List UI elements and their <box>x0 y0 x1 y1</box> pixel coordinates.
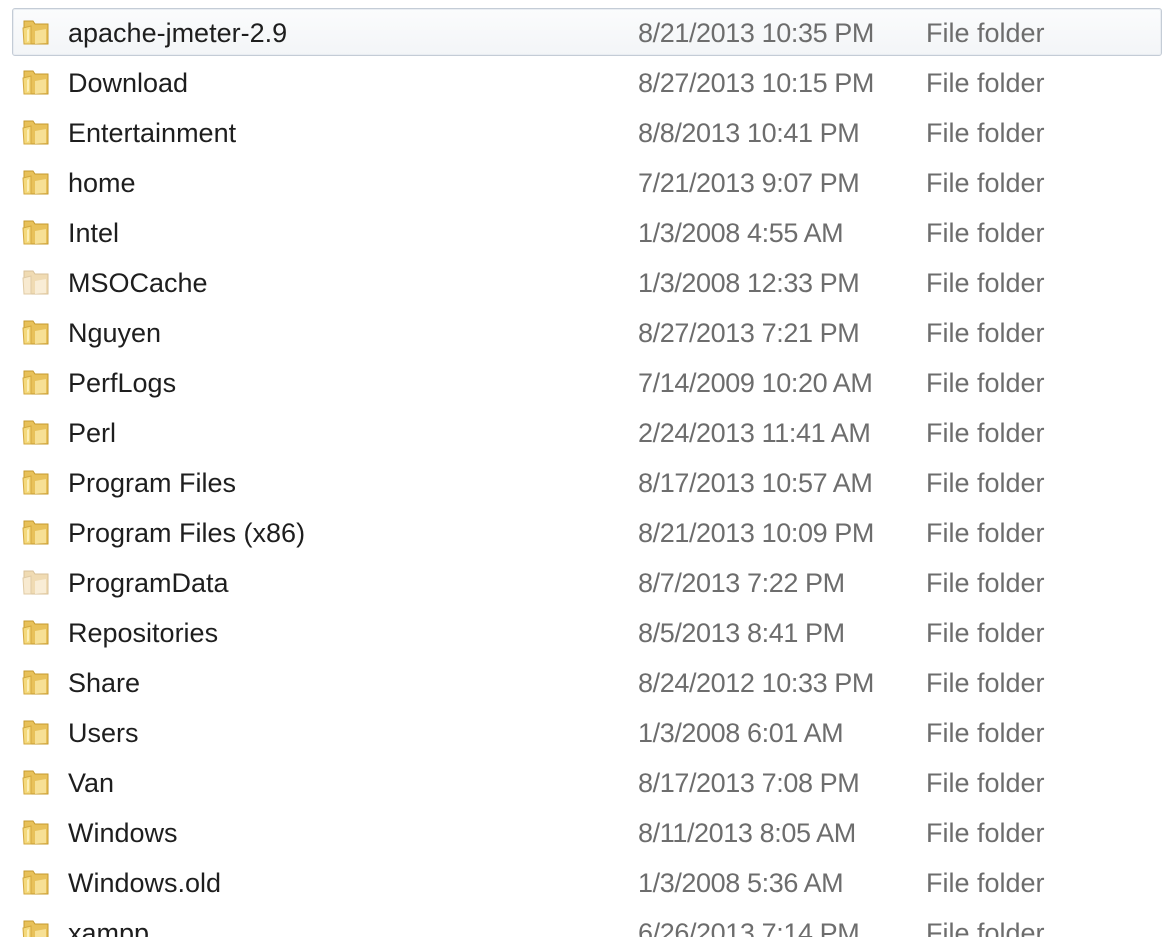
file-name: xampp <box>68 918 150 937</box>
folder-icon <box>21 367 51 397</box>
file-name: PerfLogs <box>68 368 177 398</box>
file-name: Download <box>68 68 189 98</box>
folder-icon <box>21 417 51 447</box>
file-type: File folder <box>926 168 1045 198</box>
file-date-modified: 8/21/2013 10:35 PM <box>638 18 874 48</box>
file-date-modified: 1/3/2008 6:01 AM <box>638 718 844 748</box>
folder-icon <box>21 467 51 497</box>
folder-icon <box>21 317 51 347</box>
file-row[interactable]: Nguyen 8/27/2013 7:21 PM File folder <box>12 308 1162 356</box>
folder-icon <box>21 767 51 797</box>
file-row[interactable]: PerfLogs 7/14/2009 10:20 AM File folder <box>12 358 1162 406</box>
file-type: File folder <box>926 68 1045 98</box>
folder-icon <box>21 117 51 147</box>
file-type: File folder <box>926 118 1045 148</box>
file-name: Share <box>68 668 141 698</box>
file-row[interactable]: Share 8/24/2012 10:33 PM File folder <box>12 658 1162 706</box>
file-name: Windows.old <box>68 868 222 898</box>
file-date-modified: 8/24/2012 10:33 PM <box>638 668 874 698</box>
folder-icon <box>21 167 51 197</box>
file-name: Program Files <box>68 468 237 498</box>
folder-icon <box>21 667 51 697</box>
file-row[interactable]: Windows.old 1/3/2008 5:36 AM File folder <box>12 858 1162 906</box>
file-date-modified: 2/24/2013 11:41 AM <box>638 418 871 448</box>
file-type: File folder <box>926 468 1045 498</box>
file-list[interactable]: apache-jmeter-2.9 8/21/2013 10:35 PM File … <box>0 0 1165 937</box>
file-date-modified: 1/3/2008 5:36 AM <box>638 868 844 898</box>
file-row[interactable]: Van 8/17/2013 7:08 PM File folder <box>12 758 1162 806</box>
file-row[interactable]: Perl 2/24/2013 11:41 AM File folder <box>12 408 1162 456</box>
file-type: File folder <box>926 768 1045 798</box>
file-row[interactable]: Program Files (x86) 8/21/2013 10:09 PM Fil… <box>12 508 1162 556</box>
file-date-modified: 8/17/2013 7:08 PM <box>638 768 860 798</box>
file-date-modified: 8/5/2013 8:41 PM <box>638 618 845 648</box>
file-row[interactable]: MSOCache 1/3/2008 12:33 PM File folder <box>12 258 1162 306</box>
file-type: File folder <box>926 318 1045 348</box>
file-name: apache-jmeter-2.9 <box>68 18 288 48</box>
file-name: Program Files (x86) <box>68 518 306 548</box>
file-row[interactable]: Windows 8/11/2013 8:05 AM File folder <box>12 808 1162 856</box>
folder-icon <box>21 867 51 897</box>
folder-icon <box>21 217 51 247</box>
file-type: File folder <box>926 568 1045 598</box>
file-type: File folder <box>926 668 1045 698</box>
file-type: File folder <box>926 918 1045 937</box>
file-row[interactable]: home 7/21/2013 9:07 PM File folder <box>12 158 1162 206</box>
file-row[interactable]: Intel 1/3/2008 4:55 AM File folder <box>12 208 1162 256</box>
file-date-modified: 8/21/2013 10:09 PM <box>638 518 874 548</box>
file-name: Windows <box>68 818 178 848</box>
file-name: Van <box>68 768 115 798</box>
file-row[interactable]: Download 8/27/2013 10:15 PM File folder <box>12 58 1162 106</box>
file-date-modified: 7/21/2013 9:07 PM <box>638 168 860 198</box>
file-type: File folder <box>926 218 1045 248</box>
folder-icon <box>21 517 51 547</box>
folder-icon <box>21 67 51 97</box>
file-name: home <box>68 168 136 198</box>
file-date-modified: 1/3/2008 12:33 PM <box>638 268 860 298</box>
folder-icon <box>21 17 51 47</box>
file-type: File folder <box>926 818 1045 848</box>
file-type: File folder <box>926 868 1045 898</box>
file-row[interactable]: Repositories 8/5/2013 8:41 PM File folder <box>12 608 1162 656</box>
folder-icon <box>21 717 51 747</box>
file-date-modified: 8/27/2013 7:21 PM <box>638 318 860 348</box>
file-type: File folder <box>926 618 1045 648</box>
file-name: Entertainment <box>68 118 237 148</box>
file-name: Perl <box>68 418 117 448</box>
file-type: File folder <box>926 368 1045 398</box>
file-name: MSOCache <box>68 268 208 298</box>
file-date-modified: 8/11/2013 8:05 AM <box>638 818 856 848</box>
file-name: Nguyen <box>68 318 162 348</box>
file-type: File folder <box>926 268 1045 298</box>
file-date-modified: 6/26/2013 7:14 PM <box>638 918 860 937</box>
file-type: File folder <box>926 418 1045 448</box>
file-date-modified: 8/17/2013 10:57 AM <box>638 468 873 498</box>
file-row[interactable]: Program Files 8/17/2013 10:57 AM File fold… <box>12 458 1162 506</box>
file-type: File folder <box>926 718 1045 748</box>
file-row[interactable]: xampp 6/26/2013 7:14 PM File folder <box>12 908 1162 937</box>
file-date-modified: 8/8/2013 10:41 PM <box>638 118 860 148</box>
file-row[interactable]: Entertainment 8/8/2013 10:41 PM File folde… <box>12 108 1162 156</box>
file-type: File folder <box>926 518 1045 548</box>
system-folder-icon <box>21 267 51 297</box>
folder-icon <box>21 617 51 647</box>
file-name: Users <box>68 718 139 748</box>
file-date-modified: 7/14/2009 10:20 AM <box>638 368 873 398</box>
file-name: Repositories <box>68 618 219 648</box>
file-name: Intel <box>68 218 120 248</box>
system-folder-icon <box>21 567 51 597</box>
file-date-modified: 1/3/2008 4:55 AM <box>638 218 844 248</box>
file-row[interactable]: Users 1/3/2008 6:01 AM File folder <box>12 708 1162 756</box>
file-name: ProgramData <box>68 568 229 598</box>
file-date-modified: 8/27/2013 10:15 PM <box>638 68 874 98</box>
file-row[interactable]: ProgramData 8/7/2013 7:22 PM File folder <box>12 558 1162 606</box>
folder-icon <box>21 917 51 937</box>
folder-icon <box>21 817 51 847</box>
file-type: File folder <box>926 18 1045 48</box>
file-row[interactable]: apache-jmeter-2.9 8/21/2013 10:35 PM File … <box>12 8 1162 56</box>
file-date-modified: 8/7/2013 7:22 PM <box>638 568 845 598</box>
